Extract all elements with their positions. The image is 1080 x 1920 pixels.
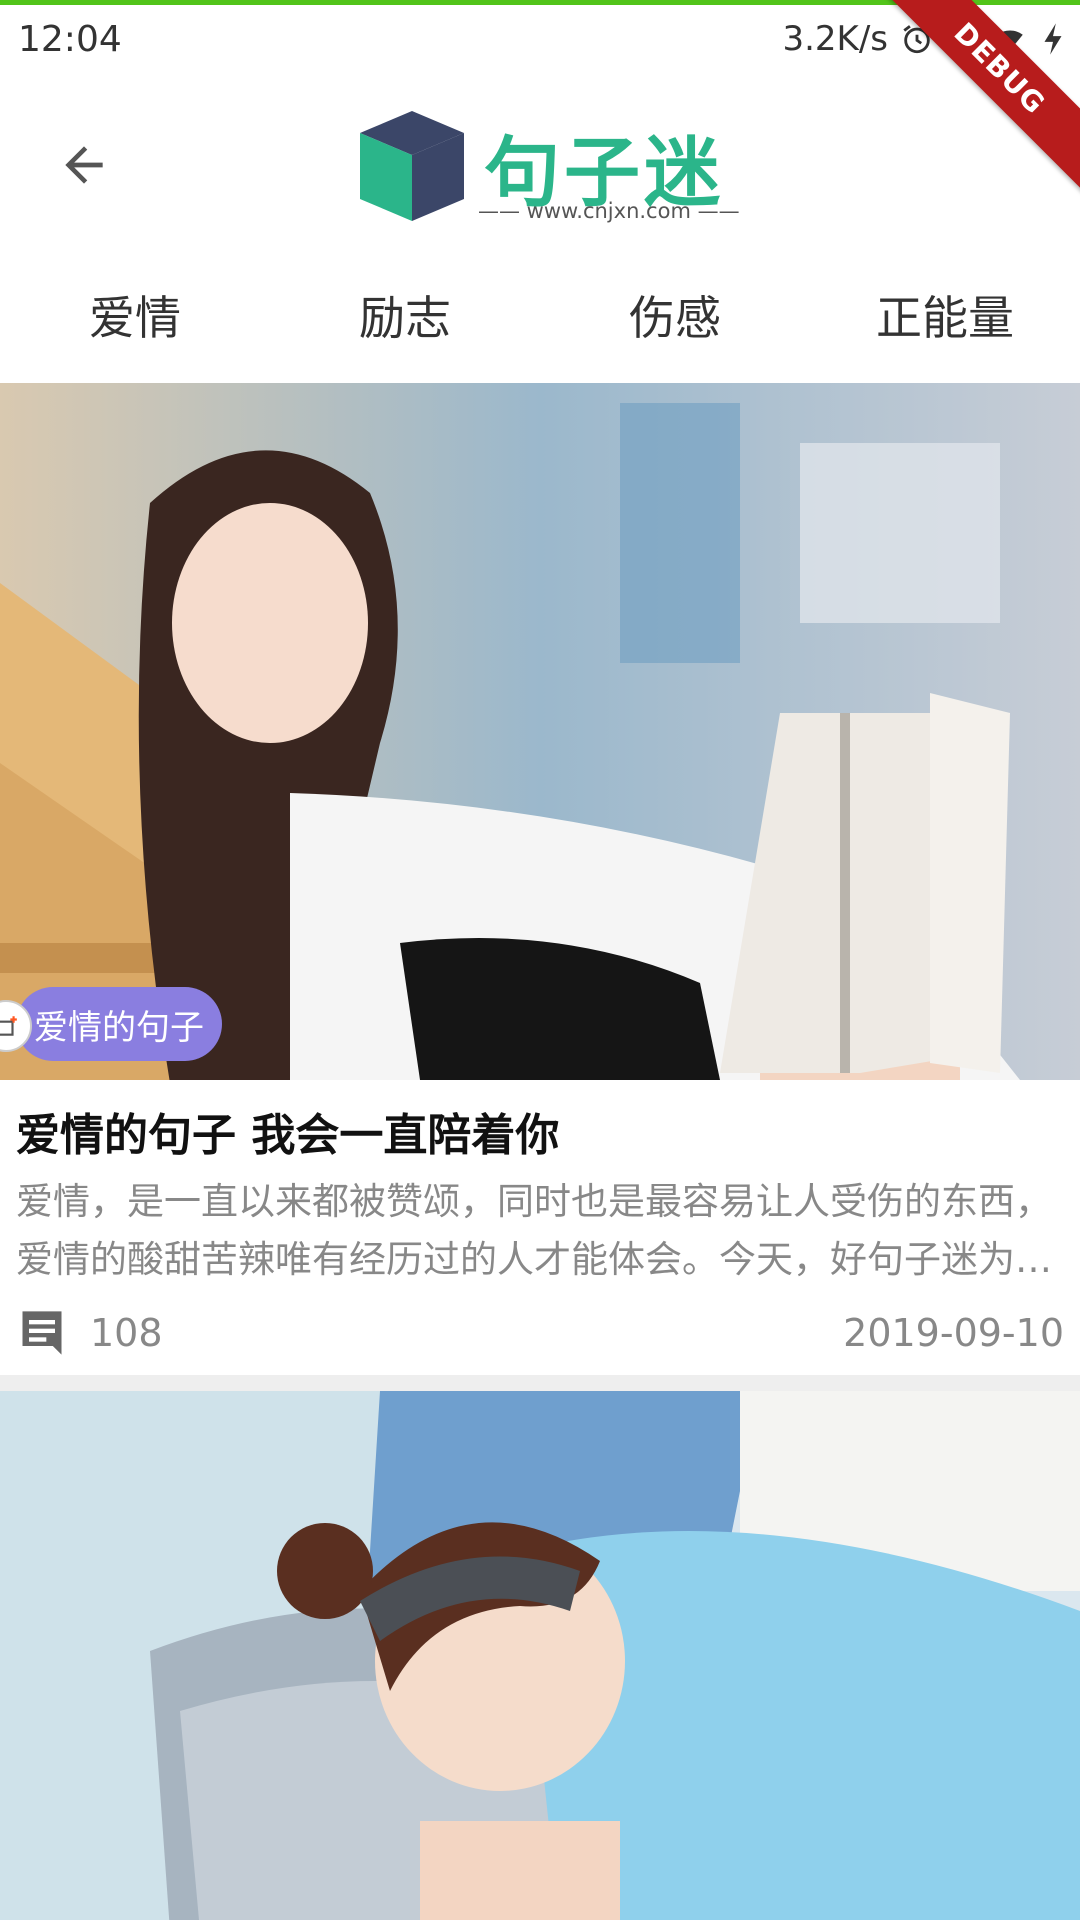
comment-icon xyxy=(22,1311,62,1355)
back-button[interactable] xyxy=(44,125,124,205)
article-card[interactable] xyxy=(0,1391,1080,1920)
article-image xyxy=(0,1391,1080,1920)
cube-logo-icon xyxy=(360,111,464,221)
app-logo: 句子迷 —— www.cnjxn.com —— xyxy=(356,103,740,233)
article-meta: 108 2019-09-10 xyxy=(16,1303,1064,1363)
app-bar: 句子迷 —— www.cnjxn.com —— xyxy=(0,75,1080,245)
arrow-back-icon xyxy=(65,146,103,184)
article-date: 2019-09-10 xyxy=(843,1311,1064,1355)
tab-love[interactable]: 爱情 xyxy=(0,255,270,375)
logo-url: —— www.cnjxn.com —— xyxy=(478,199,740,223)
article-summary: 爱情，是一直以来都被赞颂，同时也是最容易让人受伤的东西，爱情的酸甜苦辣唯有经历过… xyxy=(16,1180,1052,1281)
article-tag-badge[interactable]: 爱情的句子 xyxy=(16,987,222,1061)
camera-icon xyxy=(0,1016,17,1036)
article-title[interactable]: 爱情的句子 我会一直陪着你 xyxy=(16,1099,559,1163)
tab-inspiration[interactable]: 励志 xyxy=(270,255,540,375)
status-time: 12:04 xyxy=(18,19,122,60)
charging-icon xyxy=(1044,23,1062,55)
tab-positive-energy[interactable]: 正能量 xyxy=(810,255,1080,375)
category-tabs: 爱情 励志 伤感 正能量 xyxy=(0,255,1080,375)
tab-sad[interactable]: 伤感 xyxy=(540,255,810,375)
article-feed[interactable]: 爱情的句子 爱情的句子 我会一直陪着你 爱情，是一直以来都被赞颂，同时也是最容易… xyxy=(0,383,1080,1920)
network-speed: 3.2K/s xyxy=(782,19,888,59)
article-card[interactable]: 爱情的句子 爱情的句子 我会一直陪着你 爱情，是一直以来都被赞颂，同时也是最容易… xyxy=(0,383,1080,1375)
comment-count: 108 xyxy=(90,1311,163,1355)
article-image xyxy=(0,383,1080,1080)
